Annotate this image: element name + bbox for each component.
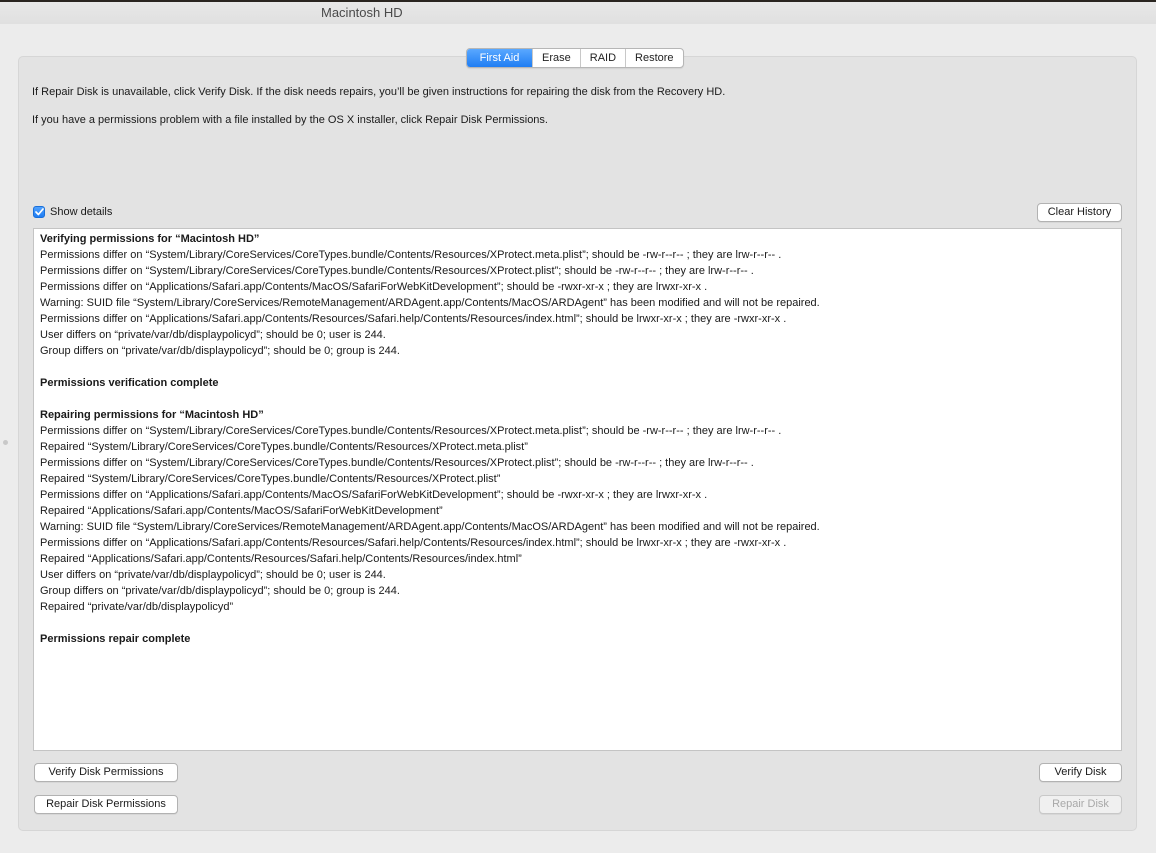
log-line: Group differs on “private/var/db/display… <box>40 585 400 597</box>
log-line: User differs on “private/var/db/displayp… <box>40 569 386 581</box>
log-heading: Permissions verification complete <box>40 377 219 389</box>
title-bar[interactable]: Macintosh HD <box>0 0 1156 24</box>
log-line: Permissions differ on “System/Library/Co… <box>40 425 782 437</box>
log-line: Permissions differ on “Applications/Safa… <box>40 489 708 501</box>
repair-disk-permissions-button[interactable]: Repair Disk Permissions <box>34 795 178 814</box>
log-line: Permissions differ on “System/Library/Co… <box>40 457 754 469</box>
log-line: Permissions differ on “Applications/Safa… <box>40 281 708 293</box>
log-line: Repaired “Applications/Safari.app/Conten… <box>40 505 443 517</box>
show-details-row: Show details <box>33 206 112 218</box>
tab-erase[interactable]: Erase <box>532 49 580 67</box>
log-heading: Repairing permissions for “Macintosh HD” <box>40 409 264 421</box>
clear-history-button[interactable]: Clear History <box>1037 203 1122 222</box>
log-line: Permissions differ on “System/Library/Co… <box>40 249 782 261</box>
details-log[interactable]: Verifying permissions for “Macintosh HD”… <box>33 228 1122 751</box>
log-line: Permissions differ on “Applications/Safa… <box>40 537 787 549</box>
repair-disk-info-text: If Repair Disk is unavailable, click Ver… <box>32 86 726 98</box>
disk-utility-window: Macintosh HD First Aid Erase RAID Restor… <box>0 0 1156 853</box>
tab-restore[interactable]: Restore <box>625 49 683 67</box>
repair-disk-button: Repair Disk <box>1039 795 1122 814</box>
verify-disk-button[interactable]: Verify Disk <box>1039 763 1122 782</box>
show-details-label: Show details <box>50 206 113 218</box>
split-view-handle[interactable] <box>3 440 8 445</box>
checkmark-icon <box>34 208 44 216</box>
log-heading: Verifying permissions for “Macintosh HD” <box>40 233 260 245</box>
log-line: Permissions differ on “System/Library/Co… <box>40 265 754 277</box>
tab-first-aid[interactable]: First Aid <box>467 49 532 67</box>
log-line: Warning: SUID file “System/Library/CoreS… <box>40 521 820 533</box>
log-line: Repaired “Applications/Safari.app/Conten… <box>40 553 522 565</box>
log-line: Permissions differ on “Applications/Safa… <box>40 313 787 325</box>
show-details-checkbox[interactable] <box>33 206 45 218</box>
log-heading: Permissions repair complete <box>40 633 191 645</box>
window-title: Macintosh HD <box>321 5 403 20</box>
verify-disk-permissions-button[interactable]: Verify Disk Permissions <box>34 763 178 782</box>
log-line: Warning: SUID file “System/Library/CoreS… <box>40 297 820 309</box>
log-line: Repaired “private/var/db/displaypolicyd” <box>40 601 234 613</box>
log-line: Group differs on “private/var/db/display… <box>40 345 400 357</box>
tab-bar: First Aid Erase RAID Restore <box>466 48 684 68</box>
log-line: Repaired “System/Library/CoreServices/Co… <box>40 473 501 485</box>
permissions-info-text: If you have a permissions problem with a… <box>32 114 548 126</box>
log-line: Repaired “System/Library/CoreServices/Co… <box>40 441 528 453</box>
log-line: User differs on “private/var/db/displayp… <box>40 329 386 341</box>
tab-raid[interactable]: RAID <box>579 49 625 67</box>
